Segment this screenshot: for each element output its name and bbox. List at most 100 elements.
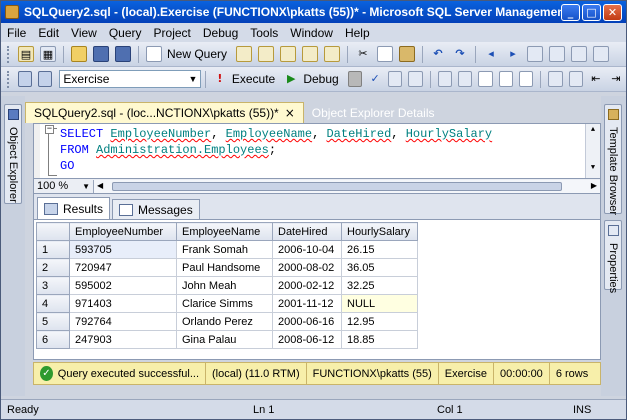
- row-number[interactable]: 6: [36, 330, 70, 349]
- cell-hourlysalary[interactable]: 12.95: [341, 312, 418, 331]
- row-number[interactable]: 2: [36, 258, 70, 277]
- scroll-up-icon[interactable]: ▲: [588, 126, 598, 136]
- cell-hourlysalary[interactable]: 36.05: [341, 258, 418, 277]
- template-explorer-icon[interactable]: [593, 46, 610, 62]
- new-project-icon[interactable]: ▤: [18, 46, 34, 62]
- menu-file[interactable]: File: [1, 26, 32, 40]
- cell-employeename[interactable]: Frank Somah: [176, 240, 273, 259]
- save-all-icon[interactable]: [115, 46, 131, 62]
- database-engine-query-icon[interactable]: [236, 46, 253, 62]
- maximize-button[interactable]: □: [582, 3, 601, 21]
- toolbar-grip[interactable]: [7, 70, 11, 88]
- cell-employeenumber[interactable]: 971403: [69, 294, 177, 313]
- new-query-icon[interactable]: [146, 46, 162, 62]
- template-browser-dock-tab[interactable]: Template Browser: [604, 104, 622, 215]
- row-number[interactable]: 5: [36, 312, 70, 331]
- increase-indent-icon[interactable]: ⇥: [609, 71, 623, 87]
- tab-close-icon[interactable]: ×: [285, 106, 295, 120]
- properties-window-icon[interactable]: [549, 46, 566, 62]
- tab-sqlquery2[interactable]: SQLQuery2.sql - (loc...NCTIONX\pkatts (5…: [25, 102, 304, 123]
- cell-employeename[interactable]: Paul Handsome: [176, 258, 273, 277]
- editor-vertical-scrollbar[interactable]: ▲ ▼: [585, 124, 600, 178]
- cell-datehired[interactable]: 2008-06-12: [272, 330, 342, 349]
- cell-hourlysalary[interactable]: 32.25: [341, 276, 418, 295]
- menu-debug[interactable]: Debug: [197, 26, 244, 40]
- execute-icon[interactable]: !: [213, 71, 227, 87]
- menu-query[interactable]: Query: [103, 26, 148, 40]
- row-number[interactable]: 4: [36, 294, 70, 313]
- include-actual-plan-icon[interactable]: [437, 71, 452, 87]
- results-to-grid-icon[interactable]: [498, 71, 513, 87]
- object-explorer-icon[interactable]: [571, 46, 588, 62]
- cell-employeenumber[interactable]: 595002: [69, 276, 177, 295]
- undo-icon[interactable]: ↶: [430, 46, 446, 62]
- tab-object-explorer-details[interactable]: Object Explorer Details: [304, 102, 443, 123]
- cell-employeenumber[interactable]: 247903: [69, 330, 177, 349]
- cell-datehired[interactable]: 2001-11-12: [272, 294, 342, 313]
- comment-out-icon[interactable]: [548, 71, 563, 87]
- navigate-back-icon[interactable]: ◂: [483, 46, 499, 62]
- collapse-icon[interactable]: −: [45, 125, 54, 134]
- close-button[interactable]: ✕: [603, 3, 622, 21]
- cell-hourlysalary[interactable]: 26.15: [341, 240, 418, 259]
- uncomment-icon[interactable]: [568, 71, 583, 87]
- row-number[interactable]: 1: [36, 240, 70, 259]
- scroll-right-icon[interactable]: ▶: [591, 181, 597, 190]
- cell-datehired[interactable]: 2000-08-02: [272, 258, 342, 277]
- cell-employeename[interactable]: John Meah: [176, 276, 273, 295]
- cell-employeenumber[interactable]: 720947: [69, 258, 177, 277]
- execute-button[interactable]: Execute: [232, 72, 275, 86]
- cut-icon[interactable]: ✂: [355, 46, 371, 62]
- query-designer-icon[interactable]: [408, 71, 423, 87]
- open-file-icon[interactable]: [71, 46, 87, 62]
- connect-icon[interactable]: [17, 71, 33, 87]
- add-item-icon[interactable]: ▦: [40, 46, 56, 62]
- menu-tools[interactable]: Tools: [244, 26, 284, 40]
- cell-datehired[interactable]: 2000-06-16: [272, 312, 342, 331]
- parse-icon[interactable]: ✓: [368, 71, 382, 87]
- analysis-mdx-query-icon[interactable]: [258, 46, 275, 62]
- zoom-dropdown[interactable]: 100 % ▼: [34, 179, 94, 193]
- scroll-thumb[interactable]: [112, 181, 562, 191]
- available-databases-dropdown[interactable]: Exercise ▼: [59, 70, 201, 88]
- tab-results[interactable]: Results: [37, 197, 111, 219]
- results-to-text-icon[interactable]: [478, 71, 493, 87]
- cell-hourlysalary[interactable]: 18.85: [341, 330, 418, 349]
- object-explorer-dock-tab[interactable]: Object Explorer: [4, 104, 22, 204]
- cell-employeename[interactable]: Gina Palau: [176, 330, 273, 349]
- column-header-employeename[interactable]: EmployeeName: [176, 222, 273, 241]
- results-to-file-icon[interactable]: [518, 71, 534, 87]
- cell-datehired[interactable]: 2006-10-04: [272, 240, 342, 259]
- menu-project[interactable]: Project: [148, 26, 197, 40]
- save-icon[interactable]: [93, 46, 109, 62]
- dmx-query-icon[interactable]: [280, 46, 297, 62]
- client-statistics-icon[interactable]: [457, 71, 473, 87]
- menu-view[interactable]: View: [65, 26, 103, 40]
- properties-dock-tab[interactable]: Properties: [604, 220, 622, 293]
- debug-icon[interactable]: ▶: [284, 71, 298, 87]
- column-header-employeenumber[interactable]: EmployeeNumber: [69, 222, 177, 241]
- column-header-hourlysalary[interactable]: HourlySalary: [341, 222, 418, 241]
- cancel-query-icon[interactable]: [347, 71, 363, 87]
- navigate-forward-icon[interactable]: ▸: [505, 46, 521, 62]
- redo-icon[interactable]: ↷: [452, 46, 468, 62]
- menu-help[interactable]: Help: [339, 26, 376, 40]
- row-number-header[interactable]: [36, 222, 70, 241]
- cell-hourlysalary[interactable]: NULL: [341, 294, 418, 313]
- scroll-down-icon[interactable]: ▼: [588, 164, 598, 174]
- toolbar-grip[interactable]: [7, 45, 11, 63]
- cell-employeename[interactable]: Clarice Simms: [176, 294, 273, 313]
- cell-employeename[interactable]: Orlando Perez: [176, 312, 273, 331]
- minimize-button[interactable]: _: [561, 3, 580, 21]
- menu-window[interactable]: Window: [284, 26, 339, 40]
- paste-icon[interactable]: [399, 46, 416, 62]
- cell-employeenumber[interactable]: 792764: [69, 312, 177, 331]
- row-number[interactable]: 3: [36, 276, 70, 295]
- column-header-datehired[interactable]: DateHired: [272, 222, 342, 241]
- disconnect-icon[interactable]: [38, 71, 53, 87]
- query-editor[interactable]: − SELECT EmployeeNumber, EmployeeName, D…: [33, 123, 601, 179]
- xmla-query-icon[interactable]: [302, 46, 319, 62]
- debug-button[interactable]: Debug: [303, 72, 338, 86]
- cell-datehired[interactable]: 2000-02-12: [272, 276, 342, 295]
- display-estimated-plan-icon[interactable]: [388, 71, 403, 87]
